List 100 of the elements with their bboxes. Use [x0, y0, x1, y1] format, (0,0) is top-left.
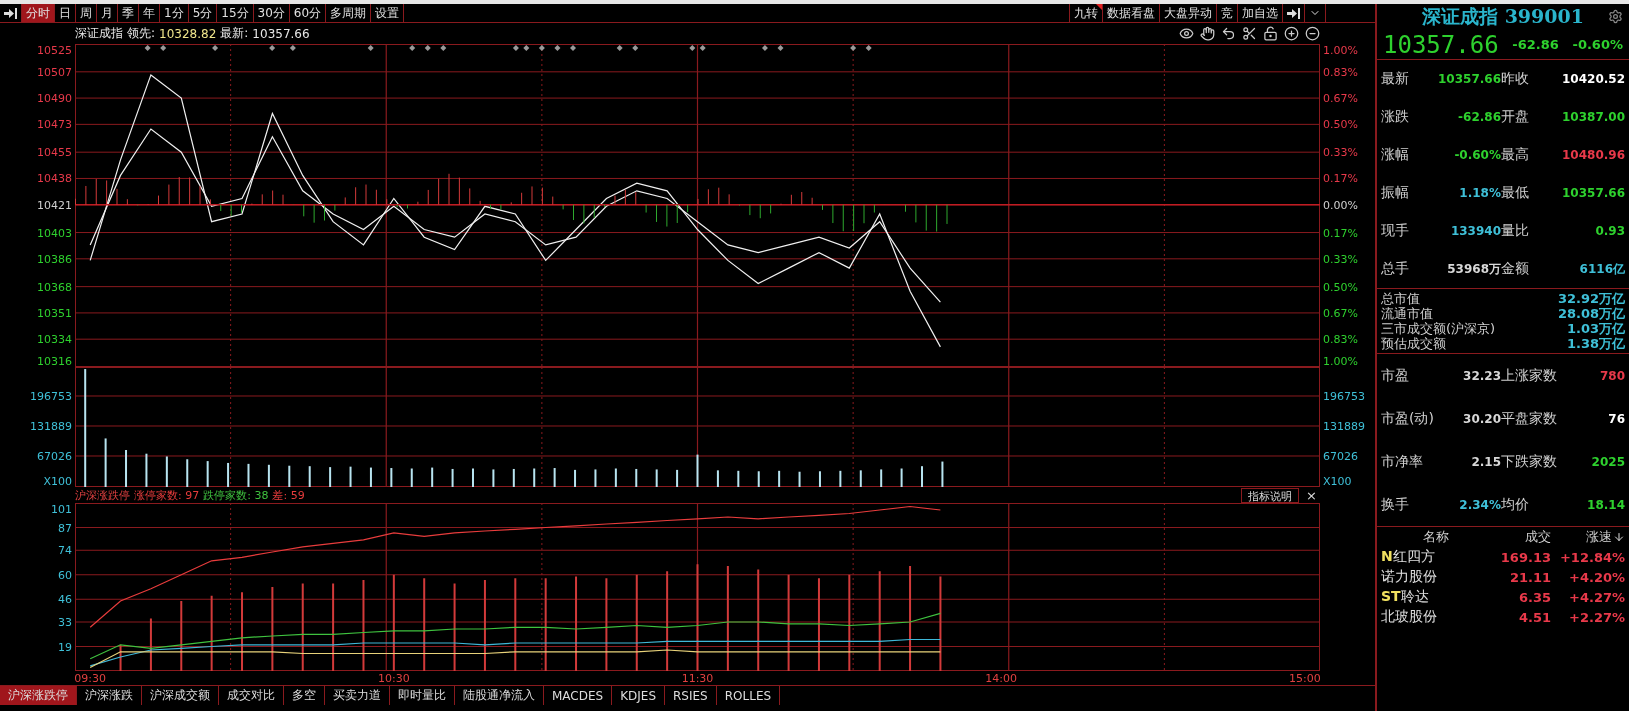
- lead-value: 10328.82: [159, 26, 217, 41]
- time-label: 10:30: [378, 672, 410, 685]
- volume-bar: [696, 454, 699, 487]
- volume-bar: [390, 468, 393, 487]
- volume-bar: [880, 469, 883, 487]
- volume-bar: [308, 466, 311, 487]
- volume-bar: [349, 466, 352, 487]
- axis-label: 10386: [37, 252, 72, 266]
- stat-label: 振幅: [1381, 184, 1410, 202]
- price-speed: +4.27%: [1568, 589, 1625, 605]
- lock-icon[interactable]: [1263, 26, 1278, 41]
- stat-label: 流通市值: [1381, 305, 1434, 322]
- collapse-icon[interactable]: [1282, 4, 1305, 22]
- axis-label: 0.00%: [1323, 198, 1358, 212]
- axis-label: 33: [58, 616, 72, 629]
- axis-label: 0.83%: [1323, 333, 1358, 347]
- column-header[interactable]: 名称: [1381, 528, 1491, 546]
- stat-value: 53968万: [1446, 260, 1501, 278]
- axis-label: 10334: [37, 333, 72, 347]
- stock-name[interactable]: ST聆达: [1381, 588, 1491, 606]
- stat-value: 10357.66: [1437, 72, 1501, 86]
- toolbar-button[interactable]: 九转: [1069, 4, 1102, 22]
- stat-label: 预估成交额: [1381, 335, 1447, 353]
- volume-bar: [635, 468, 638, 487]
- volume-bar: [676, 469, 679, 487]
- undo-icon[interactable]: [1221, 26, 1236, 41]
- axis-label: 10316: [37, 355, 72, 367]
- settings-icon[interactable]: [1608, 9, 1623, 24]
- axis-label: 0.50%: [1323, 280, 1358, 294]
- zoom-in-icon[interactable]: [1284, 26, 1299, 41]
- stat-value: 1.03万亿: [1565, 320, 1625, 337]
- stat-value: 2025: [1590, 454, 1625, 469]
- volume-bar: [533, 468, 536, 487]
- volume-bar: [206, 461, 209, 487]
- lead-label: 领先:: [127, 25, 156, 42]
- volume-bar: [594, 469, 597, 487]
- hand-icon[interactable]: [1200, 26, 1215, 41]
- legend-item: 差: 59: [272, 487, 305, 503]
- volume-bar: [737, 470, 740, 487]
- axis-label: 0.17%: [1323, 226, 1358, 240]
- zoom-out-icon[interactable]: [1305, 26, 1320, 41]
- stat-label: 现手: [1381, 222, 1410, 240]
- stat-value: 76: [1607, 411, 1625, 426]
- volume-bar: [186, 459, 189, 487]
- time-label: 15:00: [1288, 672, 1321, 685]
- volume-bar: [104, 438, 107, 487]
- axis-label: 10368: [37, 280, 72, 294]
- axis-label: 10421: [37, 198, 72, 212]
- stock-name[interactable]: 北玻股份: [1381, 608, 1491, 626]
- axis-label: 67026: [37, 450, 72, 463]
- volume-bar: [818, 471, 821, 487]
- stock-name[interactable]: 诺力股份: [1381, 568, 1491, 586]
- column-header[interactable]: 涨速: [1586, 528, 1612, 546]
- stat-value: 10357.66: [1561, 186, 1625, 200]
- volume-bar: [900, 468, 903, 487]
- stat-value: 6116亿: [1578, 260, 1625, 278]
- stat-label: 金额: [1501, 260, 1530, 278]
- volume-bar: [165, 456, 168, 487]
- axis-label: 74: [58, 544, 72, 558]
- axis-label: 0.83%: [1323, 65, 1358, 79]
- axis-label: 131889: [30, 420, 72, 433]
- scissors-icon[interactable]: [1242, 26, 1257, 41]
- stat-value: -0.60%: [1453, 148, 1501, 162]
- price-speed: +12.84%: [1558, 549, 1625, 565]
- stat-value: 30.20: [1462, 411, 1501, 426]
- stock-price: 169.13: [1499, 549, 1551, 565]
- volume-bar: [512, 468, 515, 487]
- axis-label: X100: [1323, 475, 1352, 487]
- stat-label: 换手: [1381, 495, 1410, 514]
- axis-label: 0.33%: [1323, 252, 1358, 266]
- time-label: 14:00: [985, 672, 1017, 685]
- volume-bar: [798, 471, 801, 487]
- axis-label: 0.50%: [1323, 118, 1358, 132]
- volume-bar: [757, 471, 760, 487]
- volume-bar: [288, 465, 291, 487]
- volume-bar: [227, 462, 230, 487]
- stat-label: 市净率: [1381, 452, 1424, 471]
- volume-bar: [410, 468, 413, 487]
- axis-label: 60: [58, 568, 72, 582]
- volume-bar: [941, 461, 944, 487]
- indicator-tab[interactable]: 沪深涨跌停: [0, 686, 77, 705]
- stat-label: 昨收: [1501, 70, 1530, 88]
- stat-value: 10480.96: [1561, 148, 1625, 162]
- current-price: 10357.66: [1383, 30, 1499, 59]
- stock-name[interactable]: N红四方: [1381, 548, 1491, 566]
- stat-value: 1.38万亿: [1565, 335, 1625, 353]
- stat-value: 2.34%: [1458, 497, 1501, 512]
- stat-value: 1.18%: [1458, 186, 1501, 200]
- period-tab[interactable]: 分时: [22, 4, 55, 22]
- volume-bar: [451, 468, 454, 487]
- help-button[interactable]: 指标说明: [1241, 487, 1300, 503]
- stat-value: 28.08万亿: [1557, 305, 1625, 322]
- latest-value: 10357.66: [252, 26, 310, 41]
- sort-down-icon[interactable]: [1613, 531, 1625, 543]
- stat-label: 最低: [1501, 184, 1530, 202]
- column-header[interactable]: 成交: [1491, 528, 1551, 546]
- volume-bar: [839, 470, 842, 487]
- stat-label: 涨跌: [1381, 108, 1410, 126]
- eye-icon[interactable]: [1179, 26, 1194, 41]
- index-title: 深证成指 399001: [1422, 4, 1584, 29]
